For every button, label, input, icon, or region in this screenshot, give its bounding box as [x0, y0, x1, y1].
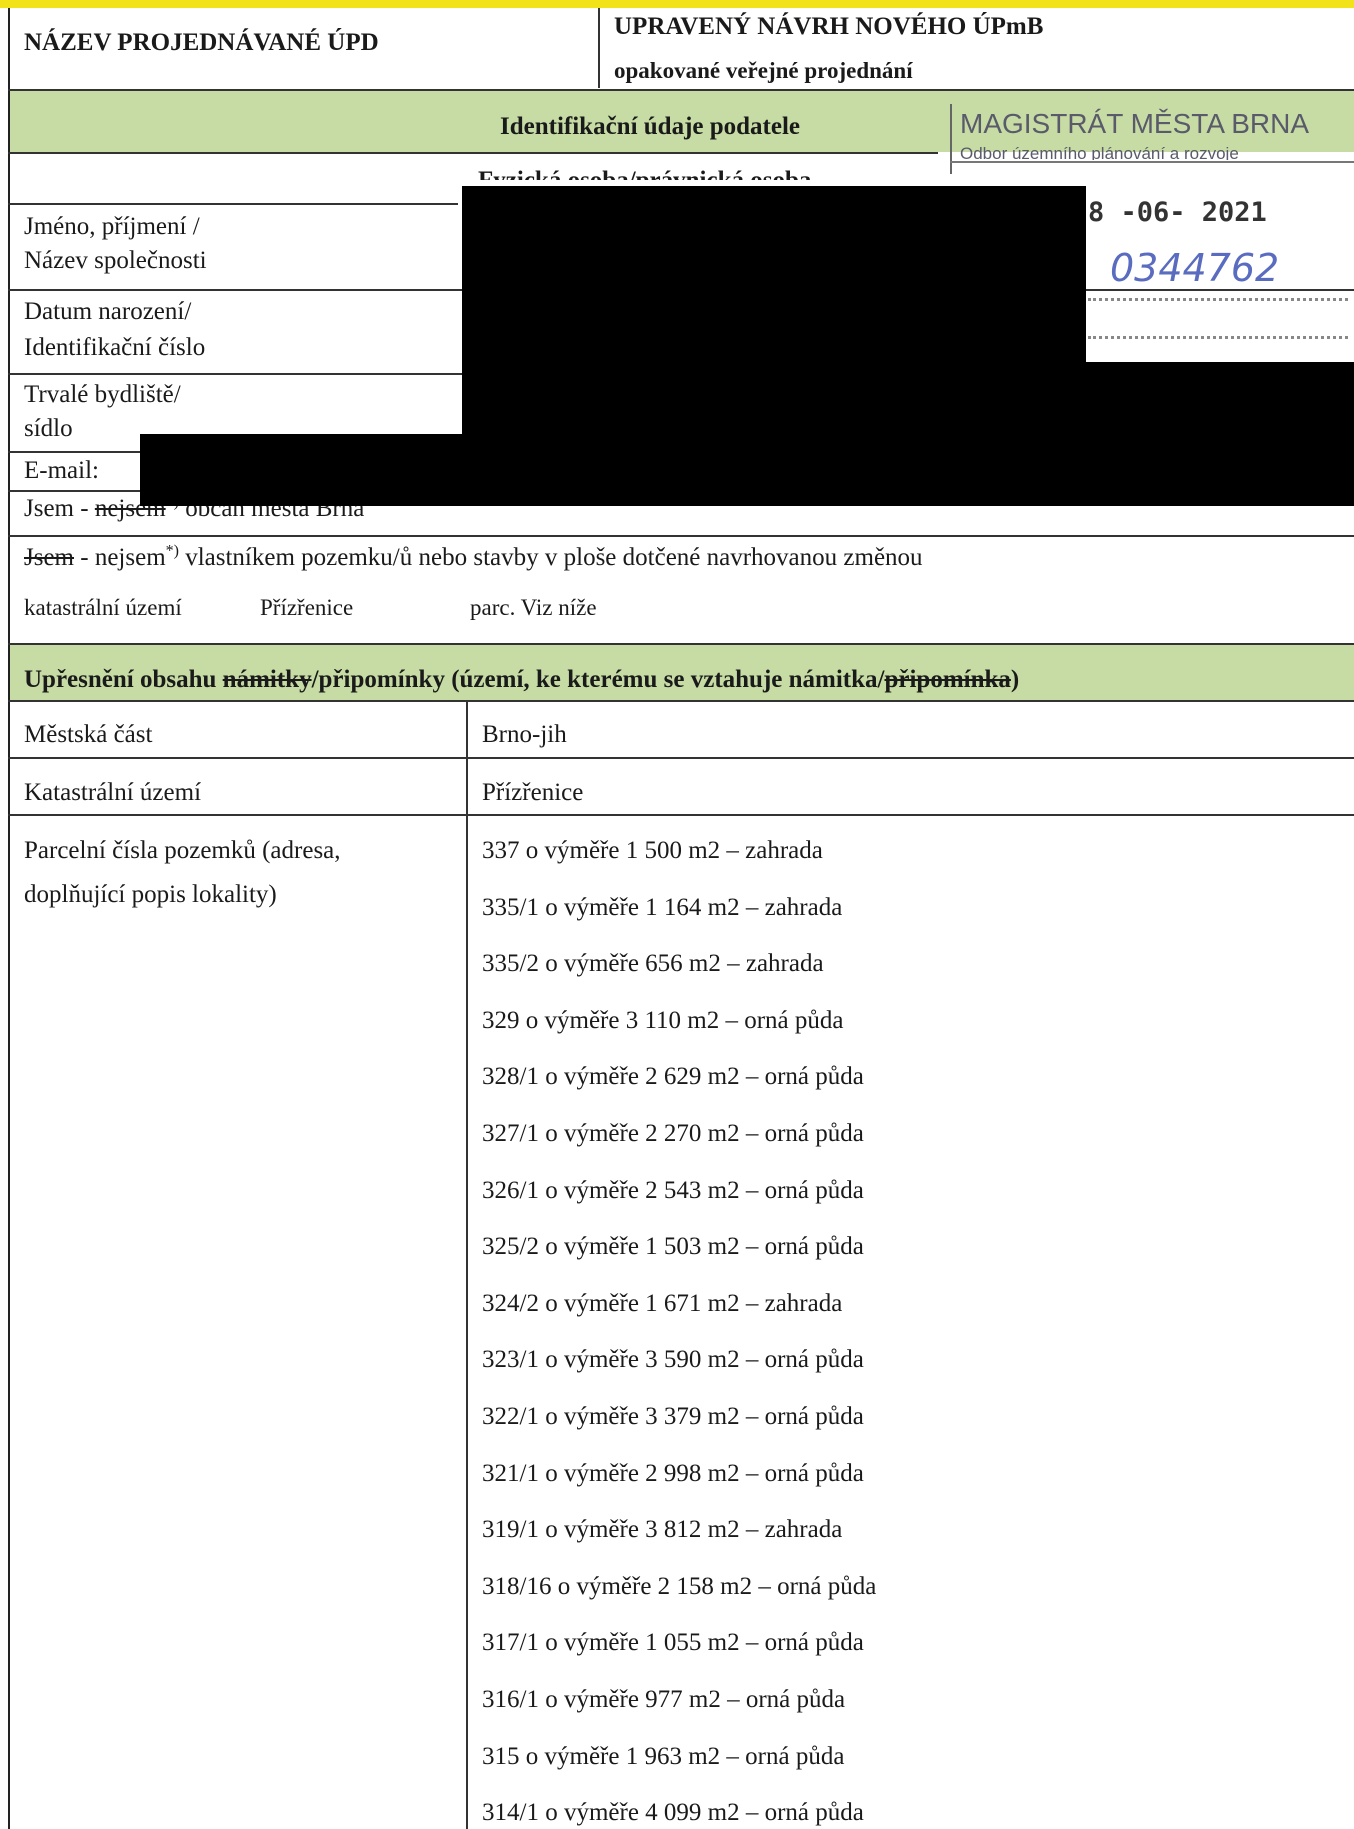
upd-name-label: NÁZEV PROJEDNÁVANÉ ÚPD	[24, 29, 379, 56]
stamp-border	[950, 104, 952, 174]
stamp-office: MAGISTRÁT MĚSTA BRNA	[960, 108, 1310, 139]
parcel-item: 325/2 o výměře 1 503 m2 – orná půda	[482, 1233, 864, 1261]
table-column-divider	[466, 700, 468, 1829]
top-yellow-bar	[0, 0, 1354, 8]
name-label-line2: Název společnosti	[24, 247, 207, 274]
parcel-item: 323/1 o výměře 3 590 m2 – orná půda	[482, 1346, 864, 1374]
district-value: Brno-jih	[482, 721, 567, 748]
stamp-number: 0344762	[1110, 246, 1280, 290]
stamp-rule	[950, 161, 1354, 163]
parcel-item: 327/1 o výměře 2 270 m2 – orná půda	[482, 1120, 864, 1147]
parcel-item: 318/16 o výměře 2 158 m2 – orná půda	[482, 1572, 877, 1600]
parcel-item: 321/1 o výměře 2 998 m2 – orná půda	[482, 1459, 864, 1487]
identification-header-rule	[8, 152, 938, 154]
parcel-label: parc. Viz níže	[470, 595, 597, 620]
parcel-item: 335/1 o výměře 1 164 m2 – zahrada	[482, 893, 843, 921]
upd-subtitle: opakované veřejné projednání	[614, 58, 913, 83]
parcel-item: 316/1 o výměře 977 m2 – orná půda	[482, 1686, 846, 1713]
table-row-rule-1	[8, 757, 1354, 759]
stamp-dotted-line-2	[1088, 336, 1348, 339]
stamp-date: 8 -06- 2021	[1088, 197, 1267, 228]
name-label-line1: Jméno, příjmení /	[24, 213, 200, 240]
parcel-item: 322/1 o výměře 3 379 m2 – orná půda	[482, 1403, 864, 1430]
specification-title: Upřesnění obsahu námitky/připomínky (úze…	[24, 666, 1020, 693]
row-rule-6	[8, 535, 1354, 537]
subsection-title: Fyzická osoba/právnická osoba	[478, 166, 811, 180]
district-label: Městská část	[24, 721, 153, 748]
upd-title: UPRAVENÝ NÁVRH NOVÉHO ÚPmB	[614, 13, 1044, 40]
table-row-rule-2	[8, 814, 1354, 816]
row-rule-1	[8, 203, 458, 205]
cadastral-label: katastrální území	[24, 595, 182, 620]
parcel-item: 315 o výměře 1 963 m2 – orná půda	[482, 1742, 845, 1770]
identification-title: Identifikační údaje podatele	[500, 113, 801, 140]
parcel-item: 329 o výměře 3 110 m2 – orná půda	[482, 1006, 844, 1034]
owner-statement: Jsem - nejsem*) vlastníkem pozemku/ů neb…	[24, 542, 923, 571]
specification-header-rule	[8, 700, 1354, 702]
parcel-item: 326/1 o výměře 2 543 m2 – orná půda	[482, 1176, 864, 1204]
email-label: E-mail:	[24, 457, 99, 484]
stamp-dotted-line-1	[1088, 298, 1348, 301]
parcel-item: 335/2 o výměře 656 m2 – zahrada	[482, 950, 824, 978]
cadastral-value: Přízřenice	[260, 595, 354, 620]
header-divider	[598, 8, 600, 88]
residence-label-line1: Trvalé bydliště/	[24, 381, 181, 408]
parcel-item: 319/1 o výměře 3 812 m2 – zahrada	[482, 1516, 843, 1544]
stamp-department: Odbor územního plánování a rozvoje	[960, 144, 1239, 160]
parcels-label-line1: Parcelní čísla pozemků (adresa,	[24, 837, 341, 864]
parcels-label-line2: doplňující popis lokality)	[24, 881, 277, 908]
parcel-item: 328/1 o výměře 2 629 m2 – orná půda	[482, 1063, 864, 1091]
residence-label-line2: sídlo	[24, 415, 73, 442]
cadastre-label: Katastrální území	[24, 779, 202, 806]
birthdate-label-line1: Datum narození/	[24, 298, 192, 325]
parcel-item: 317/1 o výměře 1 055 m2 – orná půda	[482, 1629, 864, 1657]
parcel-item: 324/2 o výměře 1 671 m2 – zahrada	[482, 1289, 843, 1317]
parcel-item: 314/1 o výměře 4 099 m2 – orná půda	[482, 1799, 864, 1827]
birthdate-label-line2: Identifikační číslo	[24, 334, 206, 361]
cadastre-value: Přízřenice	[482, 779, 584, 806]
parcel-item: 337 o výměře 1 500 m2 – zahrada	[482, 837, 823, 864]
